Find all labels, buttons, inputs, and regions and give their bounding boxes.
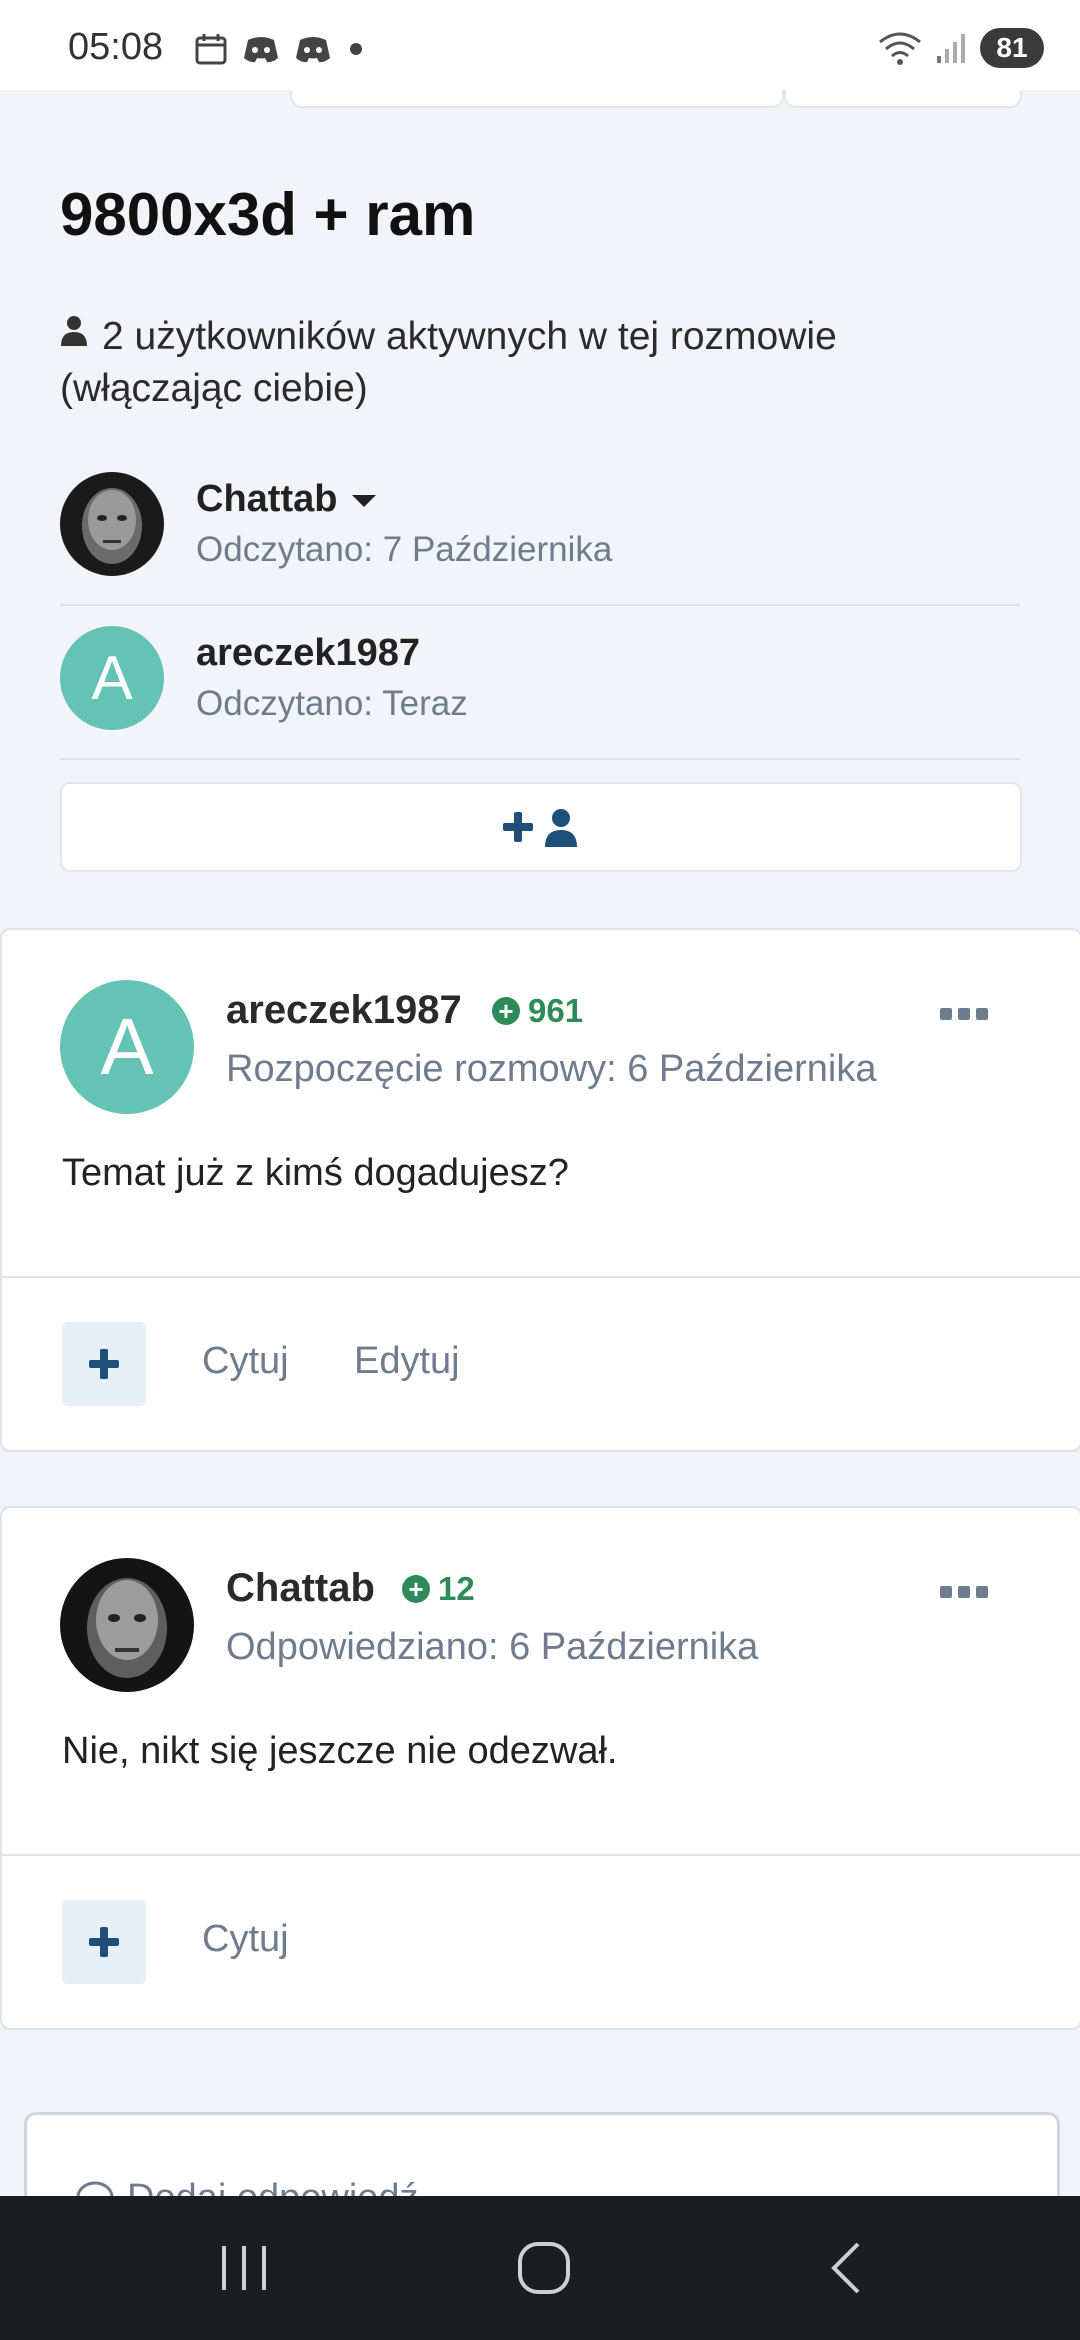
calendar-icon (195, 34, 227, 65)
conversation-title: 9800x3d + ram (60, 181, 476, 248)
system-icons: 81 (878, 28, 1044, 68)
message-card: A areczek1987 + 961 Rozpoczęcie rozmowy:… (0, 928, 1080, 1452)
top-button-stub-2[interactable] (784, 90, 1022, 108)
battery-indicator: 81 (980, 28, 1044, 68)
message-text: Temat już z kimś dogadujesz? (62, 1152, 569, 1194)
recent-apps-icon[interactable] (216, 2240, 272, 2296)
dot-icon (350, 43, 362, 55)
status-bar: 05:08 81 (0, 0, 1080, 90)
participant-item[interactable]: A areczek1987 Odczytano: Teraz (60, 606, 1020, 760)
active-users-label: 2 użytkowników aktywnych w tej rozmowie … (60, 315, 837, 410)
participant-name[interactable]: Chattab (196, 478, 377, 521)
message-author[interactable]: Chattab (226, 1566, 375, 1611)
plus-circle-icon: + (402, 1575, 430, 1603)
quote-button[interactable]: Cytuj (202, 1340, 289, 1383)
status-time: 05:08 (68, 26, 164, 68)
avatar[interactable] (60, 1558, 194, 1692)
reputation-badge: + 961 (492, 992, 583, 1030)
system-navigation-bar (0, 2196, 1080, 2340)
top-button-stub[interactable] (290, 90, 784, 108)
message-text: Nie, nikt się jeszcze nie odezwał. (62, 1730, 618, 1772)
participant-item[interactable]: Chattab Odczytano: 7 Października (60, 452, 1020, 606)
participant-read-status: Odczytano: 7 Października (196, 530, 613, 569)
back-icon[interactable] (820, 2240, 876, 2296)
message-card: Chattab + 12 Odpowiedziano: 6 Październi… (0, 1506, 1080, 2030)
participant-read-status: Odczytano: Teraz (196, 684, 468, 723)
wifi-icon (879, 32, 921, 65)
user-icon (60, 310, 88, 360)
active-users-text: 2 użytkowników aktywnych w tej rozmowie … (60, 312, 1020, 414)
invite-user-button[interactable] (60, 782, 1022, 872)
reputation-value: 961 (528, 992, 584, 1029)
plus-circle-icon: + (492, 997, 520, 1025)
discord-icon (244, 37, 278, 63)
add-user-icon (503, 809, 577, 847)
avatar[interactable]: A (60, 626, 164, 730)
more-options-icon[interactable] (940, 1586, 988, 1598)
avatar[interactable] (60, 472, 164, 576)
quote-button[interactable]: Cytuj (202, 1918, 289, 1961)
message-date[interactable]: Odpowiedziano: 6 Października (226, 1626, 758, 1669)
message-date[interactable]: Rozpoczęcie rozmowy: 6 Października (226, 1048, 877, 1091)
divider (2, 1854, 1080, 1856)
reputation-value: 12 (438, 1570, 475, 1607)
reaction-button[interactable] (62, 1900, 146, 1984)
reaction-button[interactable] (62, 1322, 146, 1406)
signal-icon (937, 34, 965, 63)
plus-icon (89, 1349, 119, 1379)
caret-down-icon[interactable] (352, 494, 377, 507)
reputation-badge: + 12 (402, 1570, 475, 1608)
plus-icon (89, 1927, 119, 1957)
notification-icons (194, 32, 366, 66)
divider (2, 1276, 1080, 1278)
edit-button[interactable]: Edytuj (354, 1340, 460, 1383)
avatar[interactable]: A (60, 980, 194, 1114)
discord-icon-2 (296, 37, 330, 63)
message-author[interactable]: areczek1987 (226, 988, 462, 1033)
more-options-icon[interactable] (940, 1008, 988, 1020)
home-icon[interactable] (516, 2240, 572, 2296)
participant-name[interactable]: areczek1987 (196, 632, 420, 675)
